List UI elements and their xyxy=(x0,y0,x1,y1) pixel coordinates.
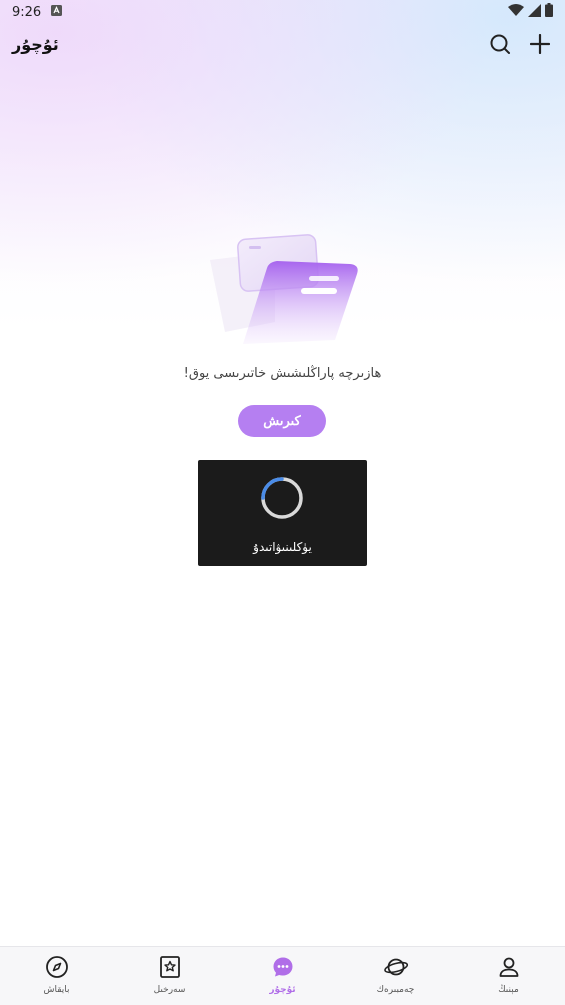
loading-text: يۈكلىنىۋاتىدۇ xyxy=(253,540,312,554)
search-button[interactable] xyxy=(487,31,513,57)
empty-illustration xyxy=(205,232,365,344)
spinner-icon xyxy=(261,477,303,519)
wifi-icon xyxy=(508,3,524,21)
nav-label: ئۇچۇر xyxy=(269,985,296,995)
nav-item-messages[interactable]: ئۇچۇر xyxy=(226,947,339,995)
add-button[interactable] xyxy=(527,31,553,57)
plus-icon xyxy=(530,34,550,54)
bottom-nav: بايقاش سەرخىل ئۇچۇر چەمبىرەك مېنىڭ xyxy=(0,946,565,1005)
compass-icon xyxy=(45,956,68,978)
nav-label: چەمبىرەك xyxy=(376,985,415,995)
login-button[interactable]: كىرىش xyxy=(238,405,326,437)
planet-icon xyxy=(383,958,408,976)
message-icon xyxy=(273,957,292,977)
page-title: ئۇچۇر xyxy=(12,34,59,54)
nav-item-profile[interactable]: مېنىڭ xyxy=(452,947,565,995)
nav-item-featured[interactable]: سەرخىل xyxy=(113,947,226,995)
battery-icon xyxy=(545,3,553,21)
loading-overlay: يۈكلىنىۋاتىدۇ xyxy=(198,460,367,566)
signal-icon xyxy=(528,3,541,21)
status-bar: 9:26 xyxy=(0,0,565,24)
nav-label: مېنىڭ xyxy=(498,985,519,995)
app-header: ئۇچۇر xyxy=(0,28,565,60)
nav-label: سەرخىل xyxy=(153,985,186,995)
nav-item-circle[interactable]: چەمبىرەك xyxy=(339,947,452,995)
status-time: 9:26 xyxy=(12,4,42,20)
empty-message: ھازىرچە پاراڭلىشىش خاتىرىسى يوق! xyxy=(183,366,382,381)
user-icon xyxy=(499,957,518,977)
nav-item-discover[interactable]: بايقاش xyxy=(0,947,113,995)
notification-app-icon xyxy=(51,4,63,20)
star-bookmark-icon xyxy=(159,956,180,978)
search-icon xyxy=(490,34,510,54)
nav-label: بايقاش xyxy=(43,985,70,995)
